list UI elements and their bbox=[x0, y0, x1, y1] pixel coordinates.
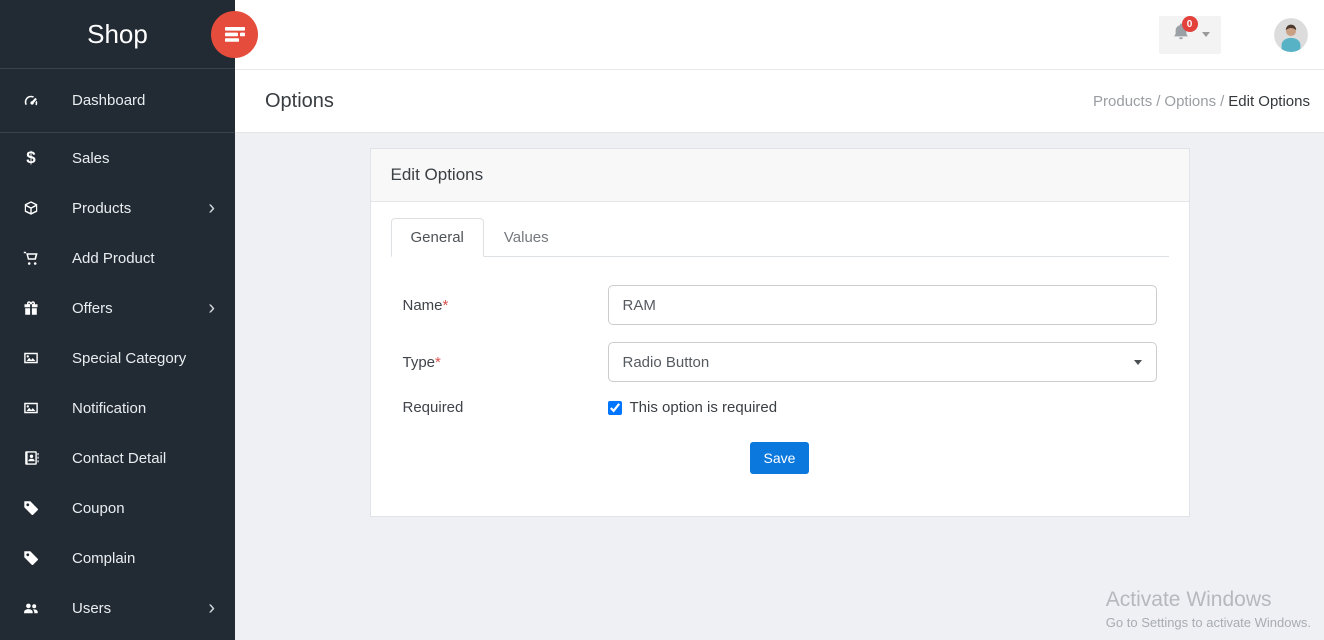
caret-down-icon bbox=[1202, 32, 1210, 37]
user-avatar[interactable] bbox=[1274, 18, 1308, 52]
sidebar-item-label: Users bbox=[72, 600, 208, 617]
save-button[interactable]: Save bbox=[750, 442, 810, 474]
type-controls: Radio Button bbox=[608, 342, 1157, 382]
hamburger-list-icon bbox=[225, 27, 245, 42]
name-label-text: Name bbox=[403, 297, 443, 314]
chevron-right-icon: › bbox=[208, 598, 215, 618]
sidebar-item-offers[interactable]: Offers› bbox=[0, 283, 235, 333]
sidebar-item-users[interactable]: Users› bbox=[0, 583, 235, 633]
image-icon bbox=[22, 349, 40, 367]
caret-down-icon bbox=[1134, 360, 1142, 365]
dashboard-icon bbox=[22, 92, 40, 110]
app-logo-title: Shop bbox=[0, 0, 235, 69]
cart-plus-icon bbox=[22, 249, 40, 267]
image-icon bbox=[22, 399, 40, 417]
required-asterisk: * bbox=[443, 297, 449, 314]
required-checkbox-label: This option is required bbox=[630, 399, 778, 416]
name-input[interactable] bbox=[608, 285, 1157, 325]
sidebar-item-complain[interactable]: Complain bbox=[0, 533, 235, 583]
breadcrumb-item-options[interactable]: Options bbox=[1164, 93, 1216, 110]
top-header: 0 bbox=[235, 0, 1324, 70]
sidebar-menu: Dashboard$SalesProducts›Add ProductOffer… bbox=[0, 69, 235, 633]
sidebar-item-special-category[interactable]: Special Category bbox=[0, 333, 235, 383]
name-label: Name* bbox=[403, 297, 608, 314]
tag-icon bbox=[22, 549, 40, 567]
sidebar-item-sales[interactable]: $ Sales bbox=[0, 133, 235, 183]
content-area: Edit Options GeneralValues Name* bbox=[235, 133, 1324, 640]
sidebar-item-label: Add Product bbox=[72, 250, 215, 267]
required-controls: This option is required bbox=[608, 399, 1157, 416]
tab-general[interactable]: General bbox=[391, 218, 484, 257]
breadcrumb-item-edit-options: Edit Options bbox=[1228, 93, 1310, 110]
sidebar-item-label: Dashboard bbox=[72, 92, 215, 109]
form-row-type: Type* Radio Button bbox=[403, 342, 1157, 382]
type-label-text: Type bbox=[403, 354, 436, 371]
required-asterisk: * bbox=[435, 354, 441, 371]
sidebar-item-label: Products bbox=[72, 200, 208, 217]
type-label: Type* bbox=[403, 354, 608, 371]
tab-bar: GeneralValues bbox=[391, 218, 1169, 257]
page-header-bar: Options Products/Options/Edit Options bbox=[235, 70, 1324, 133]
watermark-line2: Go to Settings to activate Windows. bbox=[1106, 615, 1311, 630]
save-row: Save bbox=[403, 442, 1157, 474]
notifications-button[interactable]: 0 bbox=[1159, 16, 1221, 54]
watermark-line1: Activate Windows bbox=[1106, 588, 1311, 612]
sidebar-item-coupon[interactable]: Coupon bbox=[0, 483, 235, 533]
sidebar-item-contact-detail[interactable]: Contact Detail bbox=[0, 433, 235, 483]
sidebar-item-notification[interactable]: Notification bbox=[0, 383, 235, 433]
sidebar-item-products[interactable]: Products› bbox=[0, 183, 235, 233]
sidebar-item-label: Coupon bbox=[72, 500, 215, 517]
type-select[interactable]: Radio Button bbox=[608, 342, 1157, 382]
name-controls bbox=[608, 285, 1157, 325]
tab-values[interactable]: Values bbox=[484, 218, 569, 257]
chevron-right-icon: › bbox=[208, 198, 215, 218]
sidebar-item-label: Offers bbox=[72, 300, 208, 317]
form-row-required: Required This option is required bbox=[403, 399, 1157, 416]
address-book-icon bbox=[22, 449, 40, 467]
dollar-icon: $ bbox=[22, 149, 40, 167]
app-window: Shop Dashboard$SalesProducts›Add Product… bbox=[0, 0, 1324, 640]
tag-icon bbox=[22, 499, 40, 517]
page-title: Options bbox=[265, 90, 334, 113]
sidebar-item-label: Complain bbox=[72, 550, 215, 567]
breadcrumb-separator: / bbox=[1152, 93, 1164, 110]
cube-icon bbox=[22, 199, 40, 217]
breadcrumb-separator: / bbox=[1216, 93, 1228, 110]
card-title: Edit Options bbox=[371, 149, 1189, 202]
sidebar-item-add-product[interactable]: Add Product bbox=[0, 233, 235, 283]
required-label: Required bbox=[403, 399, 608, 416]
gift-icon bbox=[22, 299, 40, 317]
required-checkbox[interactable] bbox=[608, 401, 622, 415]
notification-count-badge: 0 bbox=[1182, 16, 1198, 32]
windows-activation-watermark: Activate Windows Go to Settings to activ… bbox=[1106, 588, 1311, 630]
edit-options-card: Edit Options GeneralValues Name* bbox=[370, 148, 1190, 517]
sidebar-item-dashboard[interactable]: Dashboard bbox=[0, 69, 235, 133]
users-icon bbox=[22, 599, 40, 617]
sidebar-item-label: Special Category bbox=[72, 350, 215, 367]
type-select-value: Radio Button bbox=[623, 354, 710, 371]
chevron-right-icon: › bbox=[208, 298, 215, 318]
sidebar-toggle-button[interactable] bbox=[211, 11, 258, 58]
sidebar-item-label: Contact Detail bbox=[72, 450, 215, 467]
sidebar-item-label: Sales bbox=[72, 150, 215, 167]
form-row-name: Name* bbox=[403, 285, 1157, 325]
card-body: GeneralValues Name* Type bbox=[371, 202, 1189, 516]
sidebar: Shop Dashboard$SalesProducts›Add Product… bbox=[0, 0, 235, 640]
breadcrumb: Products/Options/Edit Options bbox=[1093, 93, 1310, 110]
main-area: 0 Options Products/Options/Edit Op bbox=[235, 0, 1324, 640]
breadcrumb-item-products[interactable]: Products bbox=[1093, 93, 1152, 110]
tab-content-general: Name* Type* Rad bbox=[391, 257, 1169, 474]
sidebar-item-label: Notification bbox=[72, 400, 215, 417]
